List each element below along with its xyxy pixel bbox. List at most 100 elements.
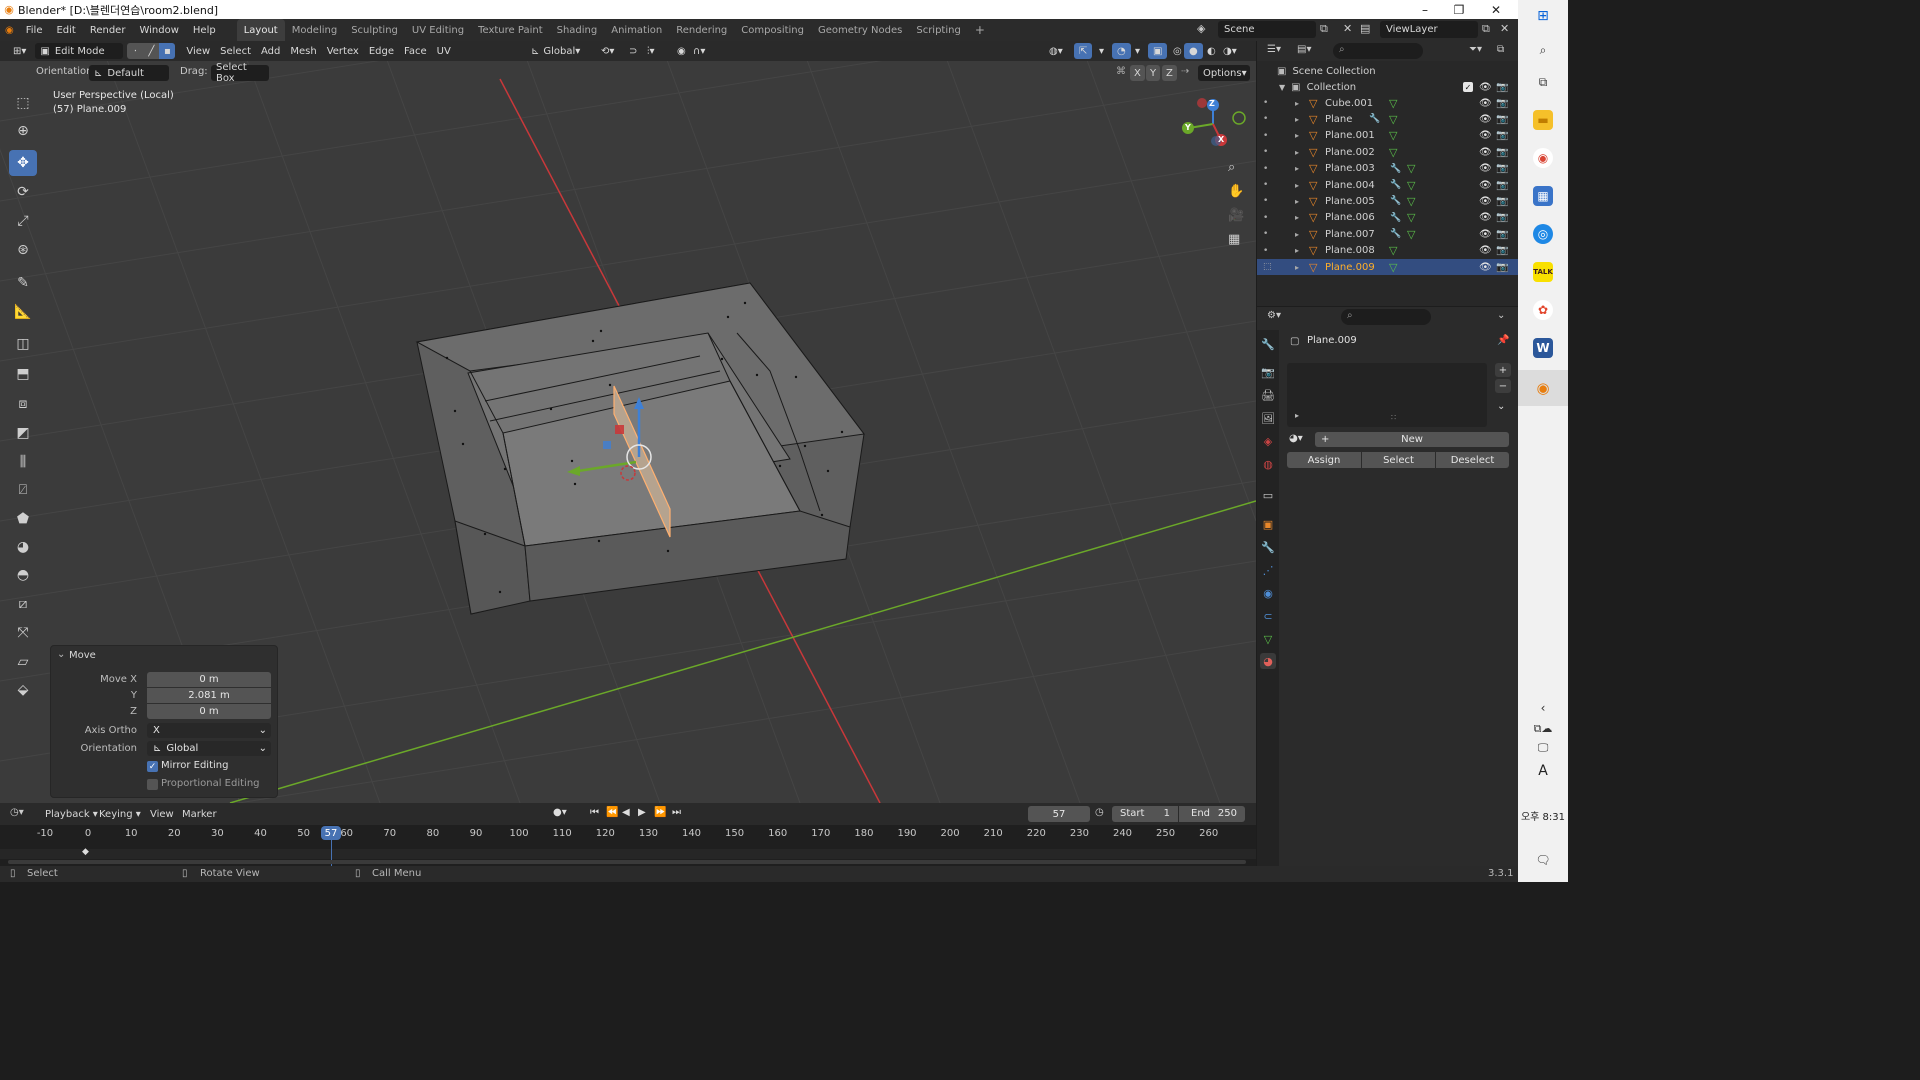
- menu-keying[interactable]: Keying ▾: [94, 806, 146, 822]
- cursor-icon[interactable]: ⊕: [9, 118, 37, 144]
- ortho-grid-icon[interactable]: ▦: [1228, 232, 1240, 247]
- orientation-dropdown-panel[interactable]: ⊾ Global ⌄: [147, 741, 271, 756]
- mesh-data-icon[interactable]: ▽: [1389, 97, 1397, 110]
- uv-sync-icon[interactable]: ⇢: [1181, 66, 1189, 77]
- blender-taskbar-item[interactable]: ◉: [1518, 370, 1568, 406]
- slot-specials-icon[interactable]: ⌄: [1497, 401, 1505, 412]
- modifier-wrench-icon[interactable]: 🔧: [1390, 180, 1401, 190]
- outliner-search-input[interactable]: ⌕: [1333, 43, 1423, 59]
- dot-icon[interactable]: •: [1263, 164, 1268, 174]
- filter-icon[interactable]: ⏷▾: [1469, 44, 1482, 55]
- gizmo-toggle-icon[interactable]: ⇱: [1074, 43, 1093, 59]
- view-layer-selector[interactable]: ViewLayer: [1380, 21, 1478, 38]
- remove-slot-button[interactable]: −: [1495, 379, 1511, 393]
- search-icon[interactable]: ⌕: [1533, 40, 1553, 60]
- move-z-field[interactable]: 0 m: [147, 704, 271, 719]
- file-explorer-icon[interactable]: ▬: [1533, 110, 1553, 130]
- mesh-data-icon[interactable]: ▽: [1389, 146, 1397, 159]
- move-tool-icon[interactable]: ✥: [9, 150, 37, 176]
- menu-uv[interactable]: UV: [432, 43, 456, 59]
- menu-edge[interactable]: Edge: [364, 43, 399, 59]
- outliner-item[interactable]: • ▸ ▽ Cube.001 ▽ 👁 📷: [1257, 95, 1518, 111]
- modifier-wrench-icon[interactable]: 🔧: [1390, 196, 1401, 206]
- network-icon[interactable]: 🖵: [1533, 738, 1553, 758]
- render-camera-icon[interactable]: 📷: [1496, 245, 1508, 256]
- expand-arrow-icon[interactable]: ▸: [1295, 99, 1299, 108]
- move-x-field[interactable]: 0 m: [147, 672, 271, 687]
- world-tab-icon[interactable]: ◍: [1260, 456, 1276, 472]
- outliner-item[interactable]: • ▸ ▽ Plane.004 🔧 ▽ 👁 📷: [1257, 177, 1518, 193]
- proportional-falloff-icon[interactable]: ∩▾: [688, 43, 710, 59]
- windows-start-icon[interactable]: ⊞: [1533, 6, 1553, 26]
- dot-icon[interactable]: •: [1263, 196, 1268, 206]
- modifier-wrench-icon[interactable]: 🔧: [1390, 213, 1401, 223]
- modifier-wrench-icon[interactable]: 🔧: [1369, 114, 1380, 124]
- visibility-eye-icon[interactable]: 👁: [1479, 163, 1492, 174]
- menu-help[interactable]: Help: [186, 19, 223, 41]
- menu-select[interactable]: Select: [215, 43, 256, 59]
- render-camera-icon[interactable]: 📷: [1496, 229, 1508, 240]
- new-material-button[interactable]: + New: [1315, 432, 1509, 447]
- mode-selector[interactable]: ▣ Edit Mode: [35, 43, 124, 59]
- rendered-shading-icon[interactable]: ◑▾: [1218, 43, 1242, 59]
- material-browse-icon[interactable]: ◕▾: [1289, 433, 1303, 444]
- dot-icon[interactable]: •: [1263, 98, 1268, 108]
- collection-exclude-checkbox[interactable]: ✓: [1463, 82, 1473, 92]
- timeline-scrollbar[interactable]: [8, 860, 1246, 864]
- poly-build-icon[interactable]: ⬟: [9, 506, 37, 532]
- tab-modeling[interactable]: Modeling: [285, 19, 345, 41]
- xray-toggle-icon[interactable]: ▣: [1148, 43, 1168, 59]
- expand-arrow-icon[interactable]: ▸: [1295, 263, 1299, 272]
- gizmo-dropdown-icon[interactable]: ▾: [1094, 43, 1109, 59]
- playhead-frame-badge[interactable]: 57: [321, 826, 341, 840]
- tab-layout[interactable]: Layout: [236, 19, 285, 41]
- add-workspace-button[interactable]: +: [968, 19, 992, 41]
- play-icon[interactable]: ▶: [638, 807, 646, 818]
- jump-end-icon[interactable]: ⏭: [672, 807, 681, 818]
- navigation-gizmo[interactable]: Z Y X: [1177, 94, 1247, 154]
- display-mode-icon[interactable]: ▤▾: [1297, 44, 1311, 55]
- render-camera-icon[interactable]: 📷: [1496, 163, 1508, 174]
- visibility-eye-icon[interactable]: 👁: [1479, 262, 1492, 273]
- pan-hand-icon[interactable]: ✋: [1228, 184, 1244, 199]
- keyframe-icon[interactable]: ◆: [82, 847, 89, 857]
- chrome-icon[interactable]: ◉: [1533, 148, 1553, 168]
- render-camera-icon[interactable]: 📷: [1496, 147, 1508, 158]
- close-button[interactable]: ✕: [1479, 0, 1513, 19]
- pivot-point-icon[interactable]: ⟲▾: [596, 43, 619, 59]
- render-camera-icon[interactable]: 📷: [1496, 82, 1508, 93]
- tab-uv-editing[interactable]: UV Editing: [405, 19, 471, 41]
- delete-scene-icon[interactable]: ✕: [1343, 22, 1352, 35]
- outliner-scene-collection[interactable]: ▣ Scene Collection: [1257, 63, 1518, 79]
- maximize-button[interactable]: ❐: [1442, 0, 1476, 19]
- outliner-item[interactable]: • ▸ ▽ Plane.003 🔧 ▽ 👁 📷: [1257, 161, 1518, 177]
- shear-icon[interactable]: ▱: [9, 649, 37, 675]
- editor-type-icon[interactable]: ⊞▾: [8, 43, 31, 59]
- shrink-fatten-icon[interactable]: ⤧: [9, 620, 37, 646]
- mesh-data-tab-icon[interactable]: ▽: [1260, 631, 1276, 647]
- expand-arrow-icon[interactable]: ▸: [1295, 148, 1299, 157]
- mesh-data-icon[interactable]: ▽: [1389, 261, 1397, 274]
- view-layer-tab-icon[interactable]: 🖼: [1260, 410, 1276, 426]
- expand-arrow-icon[interactable]: ▸: [1295, 246, 1299, 255]
- tab-geometry-nodes[interactable]: Geometry Nodes: [811, 19, 909, 41]
- mesh-data-icon[interactable]: ▽: [1407, 162, 1415, 175]
- menu-face[interactable]: Face: [399, 43, 432, 59]
- properties-editor-type-icon[interactable]: ⚙▾: [1267, 310, 1281, 321]
- edit-mode-indicator-icon[interactable]: ⬚: [1263, 262, 1272, 272]
- task-view-icon[interactable]: ⧉: [1533, 72, 1553, 92]
- axis-ortho-dropdown[interactable]: X ⌄: [147, 723, 271, 738]
- smooth-icon[interactable]: ◓: [9, 562, 37, 588]
- new-view-layer-icon[interactable]: ⧉: [1482, 22, 1490, 36]
- bevel-icon[interactable]: ◩: [9, 420, 37, 446]
- scene-tab-icon[interactable]: ◈: [1260, 433, 1276, 449]
- jump-start-icon[interactable]: ⏮: [590, 807, 599, 818]
- physics-tab-icon[interactable]: ◉: [1260, 585, 1276, 601]
- mesh-data-icon[interactable]: ▽: [1407, 228, 1415, 241]
- material-slot-list[interactable]: ▸ ∷: [1287, 363, 1487, 427]
- render-camera-icon[interactable]: 📷: [1496, 130, 1508, 141]
- mirror-x-toggle[interactable]: X: [1130, 65, 1145, 81]
- transform-orientation-selector[interactable]: ⊾ Global ▾: [526, 43, 585, 59]
- solid-shading-icon[interactable]: ●: [1184, 43, 1203, 59]
- expand-arrow-icon[interactable]: ▸: [1295, 197, 1299, 206]
